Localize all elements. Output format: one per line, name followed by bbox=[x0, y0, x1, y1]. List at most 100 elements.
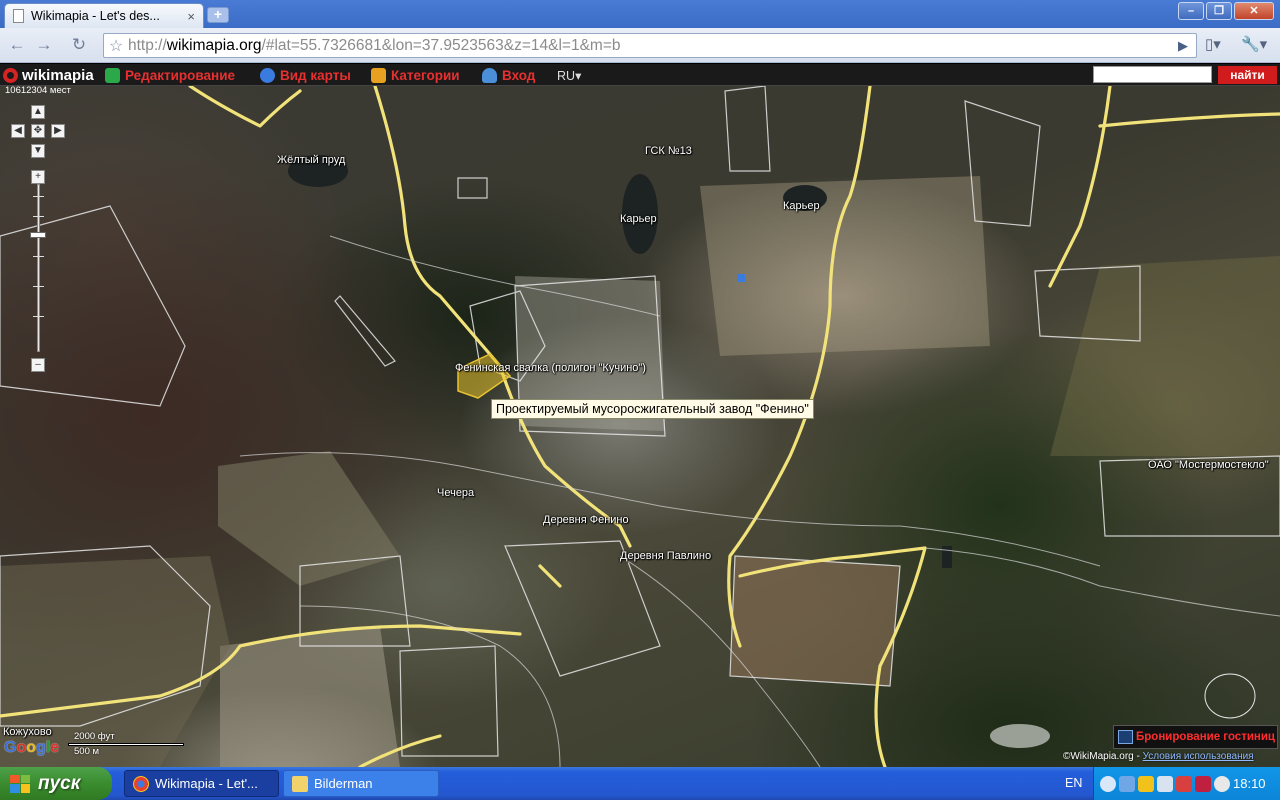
label-kozhukhovo[interactable]: Кожухово bbox=[3, 726, 52, 738]
shield-icon[interactable] bbox=[1138, 775, 1154, 792]
wikimapia-logo-icon bbox=[3, 67, 18, 83]
desktop: Wikimapia - Let's des... × + – ❐ ✕ ← → ↻… bbox=[0, 0, 1280, 800]
window-controls: – ❐ ✕ bbox=[1178, 2, 1274, 20]
menu-login-label: Вход bbox=[502, 67, 536, 83]
pan-left-icon[interactable]: ◀ bbox=[11, 124, 25, 138]
label-quarry-1[interactable]: Карьер bbox=[620, 213, 657, 225]
field-area bbox=[220, 626, 400, 767]
edit-icon bbox=[105, 67, 120, 83]
pan-up-icon[interactable]: ▲ bbox=[31, 105, 45, 119]
map-overlay bbox=[0, 86, 1280, 767]
copyright-line: ©WikiMapia.org - Условия использования bbox=[1063, 751, 1254, 762]
menu-edit-label: Редактирование bbox=[125, 67, 236, 83]
label-quarry-2[interactable]: Карьер bbox=[783, 200, 820, 212]
wikimapia-header: wikimapia Редактирование Вид карты Катег… bbox=[0, 64, 1280, 86]
label-fenino[interactable]: Деревня Фенино bbox=[543, 514, 629, 526]
forward-arrow-icon[interactable]: → bbox=[33, 34, 55, 56]
zoom-in-icon[interactable]: + bbox=[31, 170, 45, 184]
media-icon[interactable] bbox=[1195, 775, 1211, 792]
pan-right-icon[interactable]: ▶ bbox=[51, 124, 65, 138]
label-gsk13[interactable]: ГСК №13 bbox=[645, 145, 692, 157]
url-path: /#lat=55.7326681&lon=37.9523563&z=14&l=1… bbox=[261, 36, 621, 54]
taskbar: пуск Wikimapia - Let'... Bilderman EN 18… bbox=[0, 767, 1280, 800]
zoom-slider[interactable] bbox=[37, 184, 40, 352]
zoom-tick bbox=[33, 216, 44, 217]
label-landfill[interactable]: Фенинская свалка (полигон "Кучино") bbox=[455, 362, 646, 374]
google-logo: Google bbox=[4, 739, 60, 756]
tab-title: Wikimapia - Let's des... bbox=[31, 9, 160, 23]
browser-toolbar: ← → ↻ ☆ http:// wikimapia.org /#lat=55.7… bbox=[0, 28, 1280, 63]
url-scheme: http:// bbox=[128, 36, 167, 54]
label-yellow-pond[interactable]: Жёлтый пруд bbox=[277, 154, 345, 166]
copyright-text: ©WikiMapia.org bbox=[1063, 751, 1134, 762]
close-tab-icon[interactable]: × bbox=[187, 9, 195, 24]
menu-categories-label: Категории bbox=[391, 67, 460, 83]
field-area bbox=[218, 451, 400, 586]
bookmark-star-icon[interactable]: ☆ bbox=[104, 36, 128, 56]
back-arrow-icon[interactable]: ← bbox=[6, 34, 28, 56]
page-icon bbox=[13, 9, 24, 23]
security-alert-icon[interactable] bbox=[1176, 775, 1192, 792]
highlighted-plot[interactable] bbox=[457, 353, 512, 399]
wikimapia-logo[interactable]: wikimapia bbox=[3, 66, 94, 84]
address-bar[interactable]: ☆ http:// wikimapia.org /#lat=55.7326681… bbox=[103, 33, 1197, 58]
pan-center-icon[interactable]: ✥ bbox=[31, 124, 45, 138]
new-tab-button[interactable]: + bbox=[207, 7, 229, 23]
wrench-icon[interactable]: 🔧▾ bbox=[1241, 34, 1267, 56]
app-tray-icon[interactable] bbox=[1214, 775, 1230, 792]
compass-icon bbox=[260, 67, 275, 83]
folder-icon bbox=[292, 775, 308, 792]
object-tooltip: Проектируемый мусоросжигательный завод "… bbox=[491, 399, 814, 419]
windows-logo-icon bbox=[10, 774, 30, 793]
zoom-out-icon[interactable]: – bbox=[31, 358, 45, 372]
map-canvas[interactable]: Жёлтый пруд ГСК №13 Карьер Карьер Фенинс… bbox=[0, 86, 1280, 767]
browser-tab[interactable]: Wikimapia - Let's des... × bbox=[4, 3, 204, 28]
scale-ft-label: 2000 фут bbox=[74, 731, 115, 742]
hotel-marker-icon[interactable] bbox=[737, 274, 745, 282]
start-button[interactable]: пуск bbox=[0, 767, 112, 800]
find-button[interactable]: найти bbox=[1218, 66, 1277, 84]
minimize-button[interactable]: – bbox=[1178, 2, 1204, 20]
volume-icon[interactable] bbox=[1157, 775, 1173, 792]
scale-bar: 2000 фут 500 м bbox=[68, 731, 186, 757]
clock: 18:10 bbox=[1233, 776, 1266, 791]
menu-map-view-label: Вид карты bbox=[280, 67, 351, 83]
zoom-tick bbox=[33, 256, 44, 257]
menu-login[interactable]: Вход bbox=[482, 67, 535, 83]
url-host: wikimapia.org bbox=[166, 36, 262, 54]
zoom-tick bbox=[33, 316, 44, 317]
start-label: пуск bbox=[38, 772, 81, 794]
tray-expand-icon[interactable] bbox=[1100, 775, 1116, 792]
taskbar-item-folder[interactable]: Bilderman bbox=[283, 770, 439, 797]
hotel-booking-label: Бронирование гостиниц bbox=[1136, 731, 1275, 743]
language-selector[interactable]: RU▾ bbox=[557, 68, 581, 83]
reload-icon[interactable]: ↻ bbox=[68, 34, 90, 56]
go-arrow-icon[interactable]: ▶ bbox=[1170, 38, 1196, 54]
page-menu-icon[interactable]: ▯▾ bbox=[1205, 34, 1221, 56]
industrial-area bbox=[700, 176, 990, 356]
places-counter: 10612304 мест bbox=[5, 85, 71, 96]
field-area bbox=[1050, 256, 1280, 456]
pan-down-icon[interactable]: ▼ bbox=[31, 144, 45, 158]
terms-link[interactable]: Условия использования bbox=[1143, 751, 1254, 762]
label-pavlino[interactable]: Деревня Павлино bbox=[620, 550, 711, 562]
taskbar-item-label: Bilderman bbox=[314, 776, 373, 791]
taskbar-item-chrome[interactable]: Wikimapia - Let'... bbox=[124, 770, 279, 797]
label-mostermostek[interactable]: ОАО "Мостермостекло" bbox=[1148, 459, 1269, 471]
menu-map-view[interactable]: Вид карты bbox=[260, 67, 351, 83]
maximize-button[interactable]: ❐ bbox=[1206, 2, 1232, 20]
hotel-booking-banner[interactable]: Бронирование гостиниц bbox=[1113, 725, 1278, 749]
chrome-icon bbox=[133, 775, 149, 792]
search-input[interactable] bbox=[1093, 66, 1212, 83]
label-checher[interactable]: Чечера bbox=[437, 487, 474, 499]
input-language-indicator[interactable]: EN bbox=[1065, 776, 1082, 790]
zoom-slider-handle[interactable] bbox=[30, 232, 46, 238]
zoom-tick bbox=[33, 196, 44, 197]
network-icon[interactable] bbox=[1119, 775, 1135, 792]
menu-edit[interactable]: Редактирование bbox=[105, 67, 235, 83]
chevron-down-icon: ▾ bbox=[575, 69, 582, 83]
wikimapia-logo-text: wikimapia bbox=[22, 66, 94, 84]
close-window-button[interactable]: ✕ bbox=[1234, 2, 1274, 20]
hotel-booking-icon bbox=[1118, 730, 1133, 744]
menu-categories[interactable]: Категории bbox=[371, 67, 460, 83]
